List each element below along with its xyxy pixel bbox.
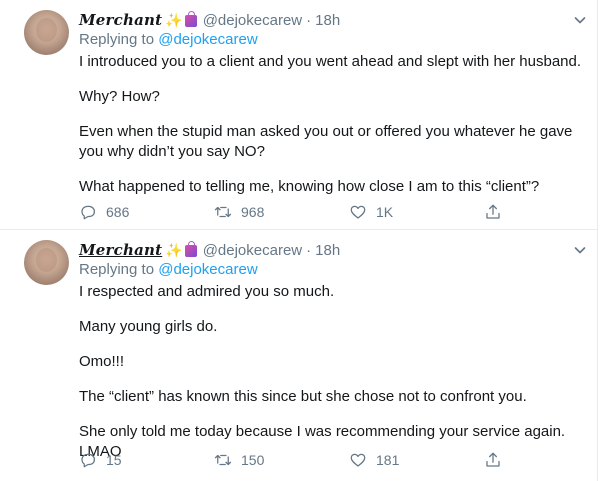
heart-icon xyxy=(350,205,366,219)
tweet[interactable]: Merchant ✨ @dejokecarew · 18h Replying t… xyxy=(0,230,598,481)
tweet-text: I introduced you to a client and you wen… xyxy=(79,52,589,212)
tweet-paragraph: Even when the stupid man asked you out o… xyxy=(79,123,573,160)
chevron-down-icon[interactable] xyxy=(572,12,588,28)
shopping-bags-icon xyxy=(184,11,197,27)
tweet-header: Merchant ✨ @dejokecarew · 18h xyxy=(79,10,340,30)
separator-dot: · xyxy=(306,241,312,259)
share-icon xyxy=(486,452,500,467)
reply-count: 686 xyxy=(106,204,130,220)
display-name[interactable]: Merchant xyxy=(79,241,162,259)
avatar[interactable] xyxy=(24,10,69,55)
display-name[interactable]: Merchant xyxy=(79,11,162,29)
avatar[interactable] xyxy=(24,240,69,285)
retweet-button[interactable]: 150 xyxy=(214,450,349,470)
retweet-count: 968 xyxy=(241,204,265,220)
replying-prefix: Replying to xyxy=(79,31,155,48)
heart-icon xyxy=(350,453,366,467)
timeline: Merchant ✨ @dejokecarew · 18h Replying t… xyxy=(0,0,598,481)
shopping-bags-icon xyxy=(184,241,197,257)
tweet-text: I respected and admired you so much. Man… xyxy=(79,282,589,477)
separator-dot: · xyxy=(306,11,312,29)
reply-icon xyxy=(81,453,96,468)
tweet-paragraph: Omo!!! xyxy=(79,353,125,370)
tweet-paragraph: Why? How? xyxy=(79,88,160,105)
reply-icon xyxy=(81,205,96,220)
like-button[interactable]: 181 xyxy=(349,450,484,470)
tweet-paragraph: I introduced you to a client and you wen… xyxy=(79,53,582,70)
replying-prefix: Replying to xyxy=(79,261,155,278)
like-count: 1K xyxy=(376,204,394,220)
share-button[interactable] xyxy=(484,450,514,470)
mention-link[interactable]: @dejokecarew xyxy=(158,261,257,278)
like-button[interactable]: 1K xyxy=(349,202,484,222)
sparkles-icon: ✨ xyxy=(165,242,183,258)
user-handle[interactable]: @dejokecarew xyxy=(203,12,302,29)
tweet-paragraph: The “client” has known this since but sh… xyxy=(79,388,527,405)
tweet-actions: 15 150 181 xyxy=(79,450,519,470)
chevron-down-icon[interactable] xyxy=(572,242,588,258)
retweet-count: 150 xyxy=(241,452,265,468)
user-handle[interactable]: @dejokecarew xyxy=(203,242,302,259)
retweet-button[interactable]: 968 xyxy=(214,202,349,222)
retweet-icon xyxy=(214,454,232,466)
tweet-paragraph: Many young girls do. xyxy=(79,318,218,335)
mention-link[interactable]: @dejokecarew xyxy=(158,31,257,48)
timestamp[interactable]: 18h xyxy=(315,242,340,259)
replying-to: Replying to @dejokecarew xyxy=(79,261,258,278)
tweet-actions: 686 968 1K xyxy=(79,202,519,222)
share-button[interactable] xyxy=(484,202,514,222)
tweet-paragraph: I respected and admired you so much. xyxy=(79,283,335,300)
retweet-icon xyxy=(214,206,232,218)
share-icon xyxy=(486,204,500,219)
reply-button[interactable]: 15 xyxy=(79,450,214,470)
reply-button[interactable]: 686 xyxy=(79,202,214,222)
sparkles-icon: ✨ xyxy=(165,12,183,28)
like-count: 181 xyxy=(376,452,400,468)
tweet-header: Merchant ✨ @dejokecarew · 18h xyxy=(79,240,340,260)
timestamp[interactable]: 18h xyxy=(315,12,340,29)
tweet[interactable]: Merchant ✨ @dejokecarew · 18h Replying t… xyxy=(0,0,598,230)
reply-count: 15 xyxy=(106,452,122,468)
tweet-paragraph: What happened to telling me, knowing how… xyxy=(79,178,540,195)
replying-to: Replying to @dejokecarew xyxy=(79,31,258,48)
